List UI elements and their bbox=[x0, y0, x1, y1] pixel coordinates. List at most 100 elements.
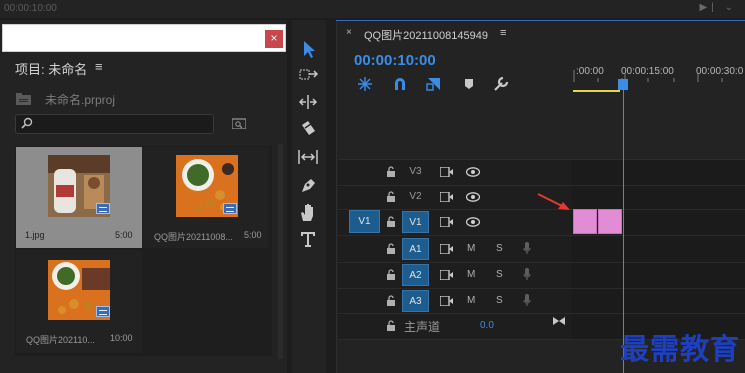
mute-button[interactable]: M bbox=[467, 295, 475, 306]
slip-icon bbox=[298, 150, 318, 164]
solo-button[interactable]: S bbox=[496, 295, 503, 306]
work-area-bar[interactable] bbox=[573, 90, 620, 92]
track-target-v2[interactable]: V2 bbox=[402, 186, 429, 208]
close-button[interactable]: × bbox=[265, 30, 283, 48]
folder-icon bbox=[16, 93, 31, 105]
timeline-clip[interactable] bbox=[573, 209, 597, 234]
image-badge-icon bbox=[223, 203, 237, 214]
sync-lock-icon[interactable] bbox=[440, 217, 453, 227]
mute-button[interactable]: M bbox=[467, 243, 475, 254]
master-track-label: 主声道 bbox=[404, 320, 441, 334]
sync-lock-icon[interactable] bbox=[440, 244, 453, 254]
ripple-edit-icon bbox=[298, 95, 318, 109]
track-select-icon bbox=[299, 69, 319, 80]
selection-tool[interactable] bbox=[296, 38, 320, 60]
track-select-tool[interactable] bbox=[296, 64, 320, 86]
ruler-label: :00:00 bbox=[576, 66, 604, 77]
razor-icon bbox=[302, 121, 315, 135]
pen-tool[interactable] bbox=[296, 174, 320, 196]
project-scrollbar[interactable] bbox=[278, 144, 283, 359]
nest-sequence-icon[interactable] bbox=[357, 76, 373, 92]
eye-icon[interactable] bbox=[466, 192, 480, 202]
active-panel-border bbox=[336, 20, 745, 21]
timeline-settings-icon[interactable] bbox=[493, 76, 509, 92]
selection-arrow-icon bbox=[304, 41, 315, 58]
microphone-icon[interactable] bbox=[523, 242, 531, 255]
project-panel-title: 项目: 未命名 bbox=[15, 62, 88, 77]
lock-icon[interactable] bbox=[386, 295, 396, 306]
solo-button[interactable]: S bbox=[496, 243, 503, 254]
annotation-arrow-icon bbox=[537, 193, 570, 210]
type-tool[interactable] bbox=[296, 228, 320, 250]
track-target-a3[interactable]: A3 bbox=[402, 290, 429, 312]
lock-icon[interactable] bbox=[386, 243, 396, 254]
type-icon bbox=[301, 232, 315, 247]
image-badge-icon bbox=[96, 203, 110, 214]
timeline-clip[interactable] bbox=[598, 209, 622, 234]
microphone-icon[interactable] bbox=[523, 268, 531, 281]
item-duration: 10:00 bbox=[110, 333, 133, 343]
eye-icon[interactable] bbox=[466, 217, 480, 227]
item-duration: 5:00 bbox=[244, 230, 262, 240]
lock-icon[interactable] bbox=[386, 269, 396, 280]
project-item[interactable]: QQ图片20211008... 5:00 bbox=[143, 147, 269, 248]
lock-icon[interactable] bbox=[386, 320, 396, 331]
project-file-name: 未命名.prproj bbox=[45, 93, 116, 107]
hand-tool[interactable] bbox=[296, 201, 320, 223]
item-name: QQ图片202110... bbox=[26, 335, 95, 345]
snap-icon[interactable] bbox=[392, 76, 408, 92]
pen-icon bbox=[302, 179, 315, 192]
track-divider bbox=[338, 235, 745, 236]
top-strip bbox=[0, 0, 745, 18]
playhead-handle[interactable] bbox=[618, 79, 628, 90]
sync-lock-icon[interactable] bbox=[440, 192, 453, 202]
ruler-label: 00:00:15:00 bbox=[621, 66, 674, 77]
track-target-a1[interactable]: A1 bbox=[402, 238, 429, 260]
item-name: QQ图片20211008... bbox=[154, 232, 233, 242]
item-name: 1.jpg bbox=[25, 230, 45, 240]
track-divider bbox=[338, 262, 745, 263]
item-duration: 5:00 bbox=[115, 230, 133, 240]
close-sequence-icon[interactable]: × bbox=[346, 27, 352, 38]
go-to-end-icon[interactable] bbox=[552, 316, 566, 326]
top-right-controls-icon[interactable]: ▶| ⌄ bbox=[700, 2, 737, 13]
import-dialog-bar bbox=[2, 24, 286, 52]
sync-lock-icon[interactable] bbox=[440, 167, 453, 177]
track-divider bbox=[338, 288, 745, 289]
eye-icon[interactable] bbox=[466, 167, 480, 177]
image-badge-icon bbox=[96, 306, 110, 317]
sync-lock-icon[interactable] bbox=[440, 270, 453, 280]
watermark-logo: 最需教育 bbox=[620, 332, 741, 366]
linked-selection-icon[interactable] bbox=[426, 76, 442, 92]
slip-tool[interactable] bbox=[296, 146, 320, 168]
lock-icon[interactable] bbox=[386, 191, 396, 202]
sync-lock-icon[interactable] bbox=[440, 296, 453, 306]
project-item[interactable]: 1.jpg 5:00 bbox=[16, 147, 142, 248]
sequence-menu-icon[interactable]: ≡ bbox=[500, 27, 506, 39]
razor-tool[interactable] bbox=[296, 118, 320, 140]
track-divider bbox=[338, 313, 745, 314]
solo-button[interactable]: S bbox=[496, 269, 503, 280]
mute-button[interactable]: M bbox=[467, 269, 475, 280]
project-panel-menu-icon[interactable]: ≡ bbox=[95, 59, 103, 74]
add-marker-icon[interactable] bbox=[461, 76, 477, 92]
microphone-icon[interactable] bbox=[523, 294, 531, 307]
track-target-v3[interactable]: V3 bbox=[402, 161, 429, 183]
project-item[interactable]: QQ图片202110... 10:00 bbox=[16, 250, 142, 353]
hand-icon bbox=[301, 204, 313, 221]
search-input[interactable] bbox=[15, 114, 214, 134]
source-patch-v1[interactable]: V1 bbox=[349, 210, 380, 233]
search-icon bbox=[21, 117, 33, 129]
ripple-edit-tool[interactable] bbox=[296, 91, 320, 113]
find-bin-icon[interactable] bbox=[232, 117, 246, 129]
track-divider bbox=[338, 185, 745, 186]
playhead-timecode[interactable]: 00:00:10:00 bbox=[354, 52, 436, 69]
lock-icon[interactable] bbox=[386, 166, 396, 177]
lock-icon[interactable] bbox=[386, 216, 396, 227]
ruler-label: 00:00:30:0 bbox=[696, 66, 744, 77]
master-volume-value[interactable]: 0.0 bbox=[480, 320, 494, 331]
sequence-tab[interactable]: QQ图片20211008145949 bbox=[364, 27, 488, 43]
program-timecode: 00:00:10:00 bbox=[4, 3, 57, 14]
track-target-v1[interactable]: V1 bbox=[402, 211, 429, 233]
track-target-a2[interactable]: A2 bbox=[402, 264, 429, 286]
